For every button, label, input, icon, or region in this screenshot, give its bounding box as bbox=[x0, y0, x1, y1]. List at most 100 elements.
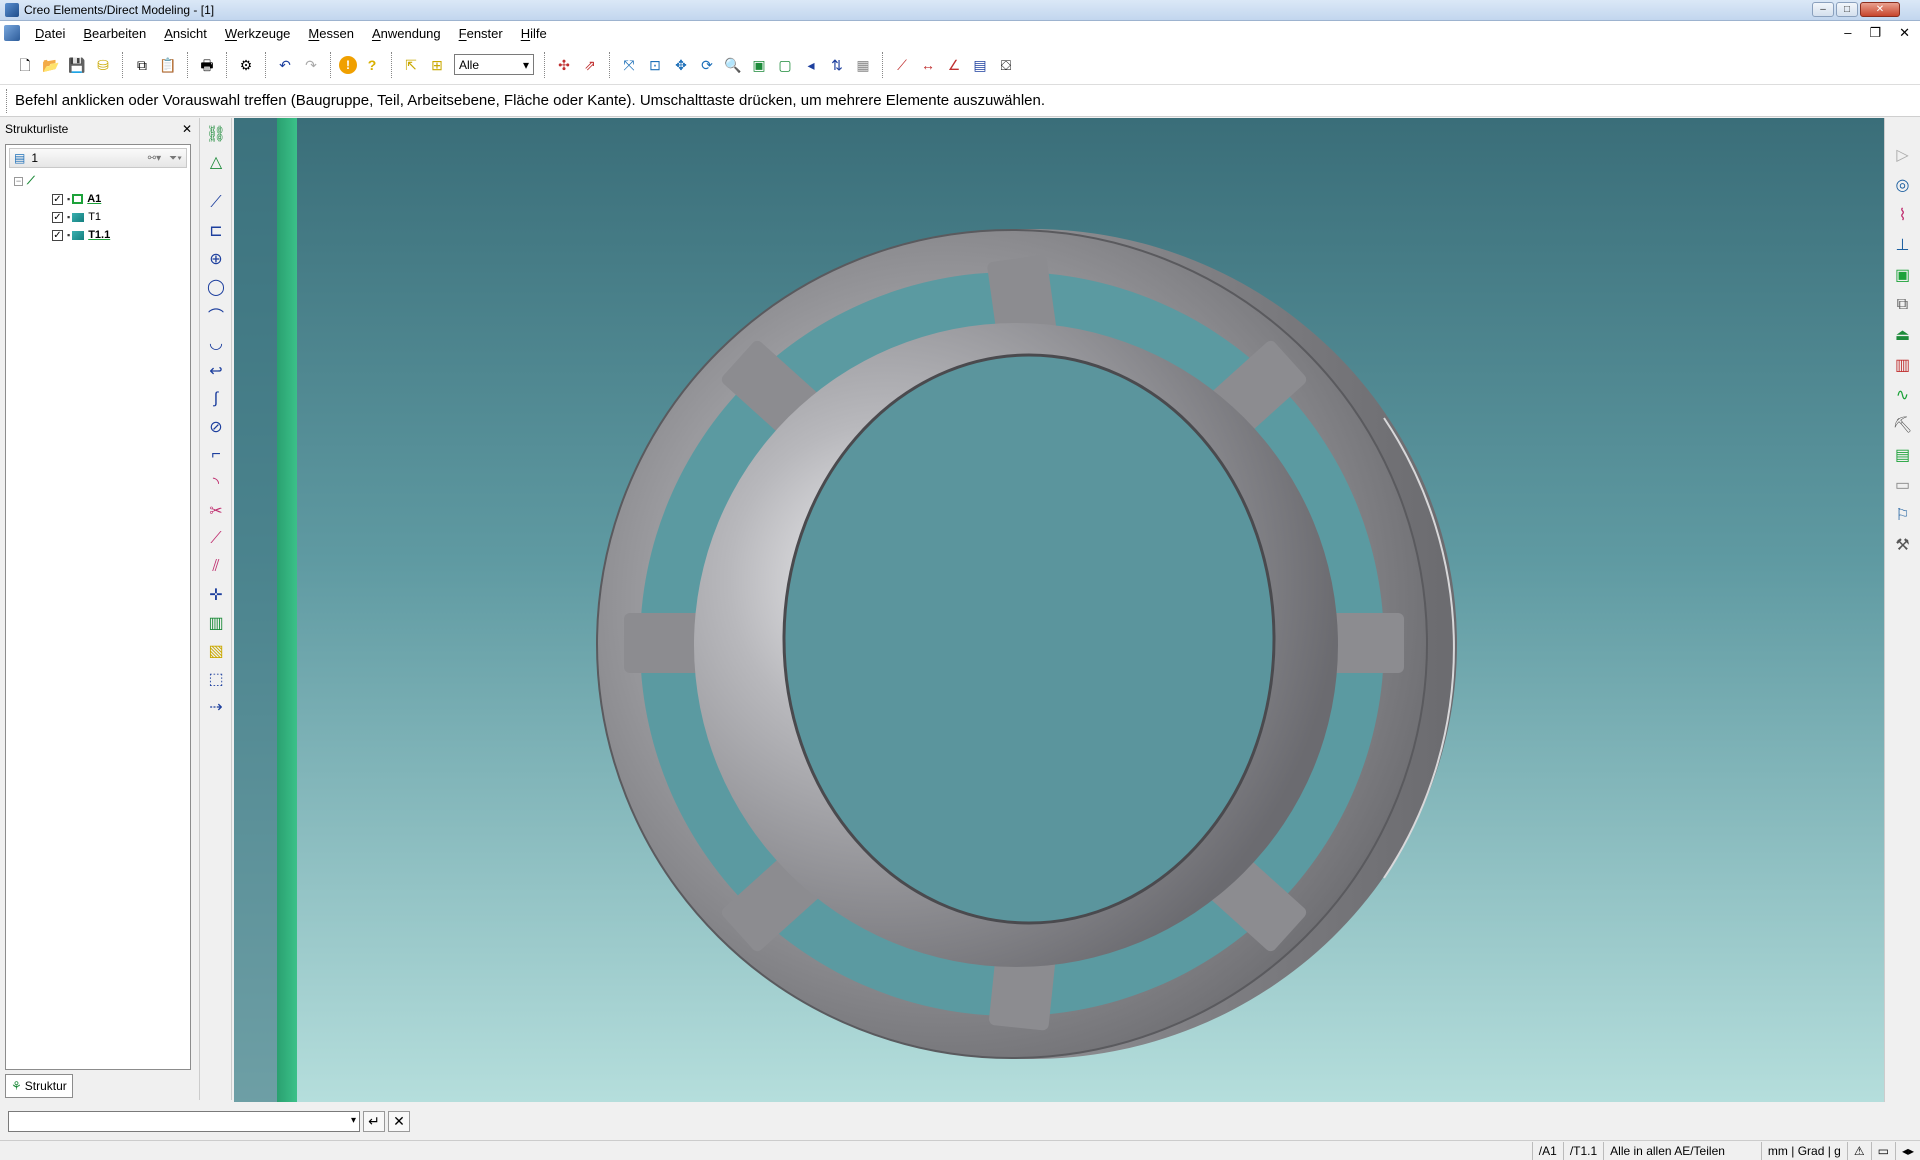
message-icon[interactable]: ▭ bbox=[1870, 1141, 1895, 1160]
fillet-icon[interactable]: ⌐ bbox=[202, 442, 230, 467]
help-icon[interactable]: ? bbox=[361, 54, 383, 76]
save-icon[interactable]: 💾 bbox=[66, 54, 88, 76]
new-icon[interactable]: 🗋 bbox=[14, 54, 36, 76]
print-icon[interactable]: 🖶 bbox=[196, 54, 218, 76]
maximize-icon[interactable]: □ bbox=[1836, 2, 1858, 17]
tab-struktur[interactable]: ⚘ Struktur bbox=[5, 1074, 73, 1098]
wireframe-icon[interactable]: ▢ bbox=[774, 54, 796, 76]
stand-icon[interactable]: ⏏ bbox=[1890, 322, 1916, 348]
structure-icon[interactable]: ⛓ bbox=[202, 121, 230, 146]
flag-icon[interactable]: ⚐ bbox=[1890, 502, 1916, 528]
menu-fenster[interactable]: Fenster bbox=[450, 26, 512, 41]
pan-icon[interactable]: ✥ bbox=[670, 54, 692, 76]
calculator-icon[interactable]: ▤ bbox=[969, 54, 991, 76]
doc-restore-icon[interactable]: ❐ bbox=[1869, 25, 1881, 41]
select-options-icon[interactable]: ⊞ bbox=[426, 54, 448, 76]
close-icon[interactable]: ✕ bbox=[182, 122, 192, 136]
undo-icon[interactable]: ↶ bbox=[274, 54, 296, 76]
filter-icon[interactable]: ⚙ bbox=[235, 54, 257, 76]
funnel-icon[interactable]: ⏷▾ bbox=[169, 153, 182, 164]
menu-datei[interactable]: Datei bbox=[26, 26, 74, 41]
circle-icon[interactable]: ⊕ bbox=[202, 246, 230, 271]
doc-close-icon[interactable]: ✕ bbox=[1899, 25, 1910, 41]
parallel-line-icon[interactable]: ⫽ bbox=[202, 554, 230, 579]
section-icon[interactable]: ▦ bbox=[852, 54, 874, 76]
minimize-icon[interactable]: – bbox=[1812, 2, 1834, 17]
command-input[interactable]: ▾ bbox=[8, 1110, 360, 1132]
selection-filter-select[interactable]: Alle ▾ bbox=[454, 54, 534, 75]
copy-icon[interactable]: ⧉ bbox=[131, 54, 153, 76]
fit-icon[interactable]: ⤧ bbox=[618, 54, 640, 76]
warning-icon[interactable]: ⚠ bbox=[1846, 1141, 1871, 1160]
visibility-checkbox[interactable]: ✓ bbox=[52, 211, 63, 223]
measure-distance-icon[interactable]: ↔ bbox=[917, 54, 939, 76]
info-icon[interactable]: ! bbox=[339, 55, 357, 74]
visibility-checkbox[interactable]: ✓ bbox=[52, 193, 63, 205]
enter-icon[interactable]: ↵ bbox=[363, 1110, 385, 1132]
menu-bearbeiten[interactable]: Bearbeiten bbox=[74, 26, 155, 41]
menu-anwendung[interactable]: Anwendung bbox=[363, 26, 450, 41]
spline-icon[interactable]: ∫ bbox=[202, 386, 230, 411]
ruler-icon[interactable]: ▥ bbox=[1890, 352, 1916, 378]
lasso-icon[interactable]: ◎ bbox=[1890, 172, 1916, 198]
tree-item-a1[interactable]: ✓ ▪ A1 bbox=[6, 190, 190, 208]
hook-icon[interactable]: ↩ bbox=[202, 358, 230, 383]
wave-icon[interactable]: ∿ bbox=[1890, 382, 1916, 408]
mill-icon[interactable]: ▧ bbox=[202, 638, 230, 663]
wrench-icon[interactable]: ⚒ bbox=[1890, 532, 1916, 558]
menu-werkzeuge[interactable]: Werkzeuge bbox=[216, 26, 300, 41]
ellipse-icon[interactable]: ◯ bbox=[202, 274, 230, 299]
visibility-checkbox[interactable]: ✓ bbox=[52, 229, 63, 241]
document-icon[interactable] bbox=[4, 25, 20, 41]
tree-root[interactable]: − ⟋ bbox=[6, 172, 190, 190]
construction-line-icon[interactable]: ⟋ bbox=[202, 526, 230, 551]
box-select-icon[interactable]: ⬚ bbox=[202, 666, 230, 691]
extrude-icon[interactable]: ▥ bbox=[202, 610, 230, 635]
measure-line-icon[interactable]: ⟋ bbox=[891, 54, 913, 76]
select-icon[interactable]: ⇱ bbox=[400, 54, 422, 76]
rotate-icon[interactable]: ⟳ bbox=[696, 54, 718, 76]
trim-icon[interactable]: ✂ bbox=[202, 498, 230, 523]
redo-icon[interactable]: ↷ bbox=[300, 54, 322, 76]
zoom-icon[interactable]: 🔍 bbox=[722, 54, 744, 76]
tree-item-t1[interactable]: ✓ ▪ T1 bbox=[6, 208, 190, 226]
doc-minimize-icon[interactable]: – bbox=[1844, 25, 1851, 41]
paste-icon[interactable]: 📋 bbox=[157, 54, 179, 76]
graph-icon[interactable]: ⌇ bbox=[1890, 202, 1916, 228]
scroll-left-icon[interactable]: ◂▸ bbox=[1894, 1141, 1920, 1160]
chamfer-icon[interactable]: ◝ bbox=[202, 470, 230, 495]
tool-icon[interactable]: ⛏ bbox=[1890, 412, 1916, 438]
menu-ansicht[interactable]: Ansicht bbox=[155, 26, 216, 41]
rectangle-icon[interactable]: ⊏ bbox=[202, 218, 230, 243]
sheet-icon[interactable]: ▤ bbox=[1890, 442, 1916, 468]
chevron-down-icon[interactable]: ▾ bbox=[351, 1115, 356, 1126]
arc-icon[interactable]: ⌒ bbox=[202, 302, 230, 327]
tangent-arc-icon[interactable]: ◡ bbox=[202, 330, 230, 355]
cancel-icon[interactable]: ✕ bbox=[388, 1110, 410, 1132]
menu-messen[interactable]: Messen bbox=[299, 26, 363, 41]
copy-face-icon[interactable]: ⧉ bbox=[1890, 292, 1916, 318]
offset-icon[interactable]: ⊘ bbox=[202, 414, 230, 439]
cross-icon[interactable]: ✛ bbox=[202, 582, 230, 607]
close-icon[interactable]: ✕ bbox=[1860, 2, 1900, 17]
measure-angle-icon[interactable]: ∠ bbox=[943, 54, 965, 76]
collapse-icon[interactable]: − bbox=[14, 176, 23, 186]
render-icon[interactable]: ⛋ bbox=[995, 54, 1017, 76]
binoculars-icon[interactable]: ⚯▾ bbox=[148, 153, 161, 164]
play-icon[interactable]: ▷ bbox=[1890, 142, 1916, 168]
zoom-box-icon[interactable]: ⊡ bbox=[644, 54, 666, 76]
green-square-icon[interactable]: ▣ bbox=[1890, 262, 1916, 288]
align-icon[interactable]: ⇅ bbox=[826, 54, 848, 76]
axis-icon[interactable]: ⊥ bbox=[1890, 232, 1916, 258]
previous-view-icon[interactable]: ◂ bbox=[800, 54, 822, 76]
3d-viewport[interactable] bbox=[234, 118, 1884, 1102]
dimension-icon[interactable]: ⇢ bbox=[202, 694, 230, 719]
open-icon[interactable]: 📂 bbox=[40, 54, 62, 76]
select-pick-icon[interactable]: ⇗ bbox=[579, 54, 601, 76]
shaded-icon[interactable]: ▣ bbox=[748, 54, 770, 76]
menu-hilfe[interactable]: Hilfe bbox=[512, 26, 556, 41]
select-dynamic-icon[interactable]: ✣ bbox=[553, 54, 575, 76]
part-icon[interactable]: △ bbox=[202, 149, 230, 174]
page-icon[interactable]: ▭ bbox=[1890, 472, 1916, 498]
tree-item-t1-1[interactable]: ✓ ▪ T1.1 bbox=[6, 226, 190, 244]
